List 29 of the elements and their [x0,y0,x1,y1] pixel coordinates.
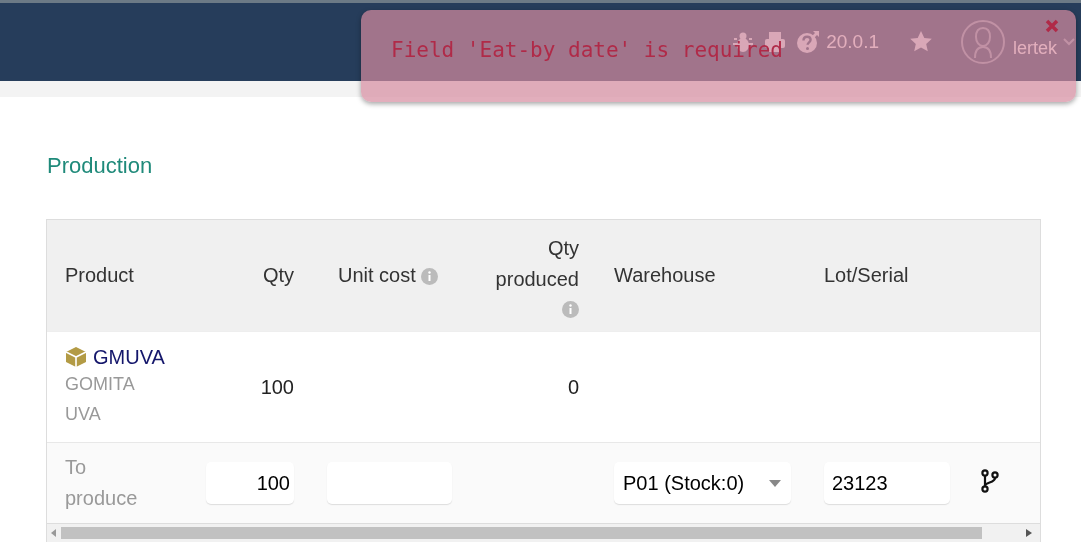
info-icon[interactable] [421,267,439,285]
close-button[interactable] [1044,18,1060,34]
column-header: Product [65,264,134,287]
box-icon [65,346,87,368]
column-header: Lot/Serial [824,264,909,287]
lot-input[interactable]: 23123 [824,462,950,504]
scroll-right-icon[interactable] [1026,529,1032,537]
info-icon[interactable] [562,301,579,318]
column-header: Qty produced [494,236,579,292]
error-message: Field 'Eat-by date' is required [391,38,783,62]
close-icon [1045,19,1059,33]
column-header: Qty [261,263,294,288]
version-label: 20.0.1 [826,31,879,53]
scroll-left-icon[interactable] [51,529,57,537]
warehouse-select[interactable]: P01 (Stock:0) [614,462,791,504]
product-name: GOMITA UVA [65,372,136,426]
scrollbar-thumb[interactable] [61,527,982,539]
section-title: Production [47,153,153,179]
product-link[interactable]: GMUVA [93,345,165,369]
column-header: Unit cost [338,264,416,287]
qty-value: 100 [260,375,294,398]
column-header: Warehouse [614,264,716,287]
qty-produced-value: 0 [567,375,579,398]
qty-input[interactable]: 100 [206,462,294,504]
branch-icon[interactable] [981,468,999,493]
horizontal-scrollbar[interactable] [47,523,1040,542]
caret-icon [769,479,781,487]
unit-cost-input[interactable] [327,462,452,504]
row-label: To produce [65,455,139,511]
